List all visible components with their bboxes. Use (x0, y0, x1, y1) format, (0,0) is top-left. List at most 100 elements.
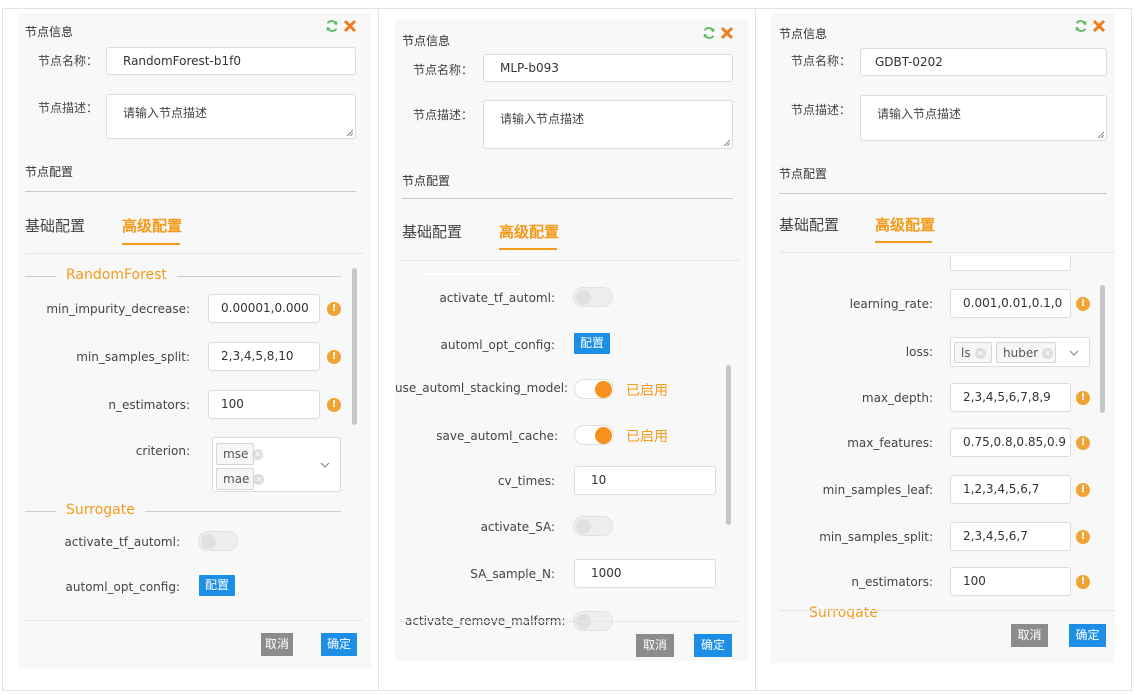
warning-icon[interactable]: ! (327, 350, 341, 364)
warning-icon[interactable]: ! (1076, 436, 1090, 450)
tag-item[interactable]: huber ✕ (996, 342, 1056, 363)
confirm-button[interactable]: 确定 (1069, 624, 1106, 647)
cancel-button[interactable]: 取消 (1011, 624, 1048, 647)
refresh-icon[interactable] (702, 26, 716, 40)
node-name-input[interactable]: RandomForest-b1f0 (106, 47, 356, 75)
cancel-button[interactable]: 取消 (636, 634, 674, 657)
param-label: use_automl_stacking_model: (395, 381, 569, 395)
tag-item[interactable]: mae ✕ (216, 468, 265, 490)
node-desc-textarea[interactable]: 请输入节点描述 (483, 100, 733, 149)
footer-divider (25, 620, 363, 621)
refresh-icon[interactable] (1074, 19, 1088, 33)
resize-grip-icon[interactable] (1097, 131, 1104, 138)
confirm-button[interactable]: 确定 (694, 634, 732, 657)
tab-advanced-config[interactable]: 高级配置 (875, 214, 935, 235)
refresh-icon[interactable] (325, 19, 339, 33)
stacking-model-toggle[interactable] (574, 379, 614, 399)
n-estimators-input[interactable]: 100 (950, 567, 1071, 596)
scrollbar[interactable] (352, 268, 357, 425)
max-depth-input[interactable]: 2,3,4,5,6,7,8,9 (950, 383, 1071, 412)
column-divider (755, 8, 756, 691)
clipped-group-divider (425, 273, 523, 275)
cancel-button[interactable]: 取消 (261, 633, 293, 656)
clipped-group-title: Surrogate (799, 605, 901, 619)
warning-icon[interactable]: ! (1076, 530, 1090, 544)
clipped-input[interactable] (950, 256, 1071, 271)
active-tab-indicator (875, 241, 932, 243)
footer-divider (779, 610, 1115, 611)
param-label: learning_rate: (849, 297, 933, 311)
node-name-input[interactable]: GDBT-0202 (860, 48, 1107, 76)
cv-times-input[interactable]: 10 (574, 466, 716, 495)
config-section-title: 节点配置 (402, 174, 451, 188)
warning-icon[interactable]: ! (1076, 297, 1090, 311)
param-label: min_samples_split: (76, 350, 190, 364)
tag-remove-icon[interactable]: ✕ (1042, 348, 1054, 359)
param-label: n_estimators: (851, 575, 933, 589)
config-section-title: 节点配置 (25, 165, 74, 179)
configure-button[interactable]: 配置 (199, 575, 235, 596)
cache-status-text: 已启用 (626, 429, 668, 445)
resize-grip-icon[interactable] (723, 139, 730, 146)
activate-tf-automl-toggle[interactable] (198, 531, 238, 551)
configure-button[interactable]: 配置 (574, 333, 610, 354)
param-input-min-impurity-decrease[interactable]: 0.00001,0.000 (208, 294, 320, 323)
node-panel-randomforest: 节点信息 节点名称： RandomForest-b1f0 节点描述： 请输入节点… (18, 13, 371, 668)
param-input-min-samples-split[interactable]: 2,3,4,5,8,10 (208, 342, 320, 371)
param-label: criterion: (135, 444, 190, 458)
chevron-down-icon[interactable] (1069, 349, 1079, 357)
tab-divider (402, 260, 740, 261)
tab-advanced-config[interactable]: 高级配置 (122, 215, 182, 236)
loss-multiselect[interactable]: ls ✕ huber ✕ (950, 337, 1090, 367)
param-label: min_impurity_decrease: (46, 302, 190, 316)
confirm-button[interactable]: 确定 (321, 633, 357, 656)
learning-rate-input[interactable]: 0.001,0.01,0.1,0 (950, 289, 1071, 318)
param-label: activate_tf_automl: (439, 291, 555, 305)
stacking-status-text: 已启用 (626, 383, 668, 399)
warning-icon[interactable]: ! (1076, 575, 1090, 589)
group-title-surrogate: Surrogate (56, 502, 145, 518)
activate-tf-automl-toggle[interactable] (573, 287, 613, 307)
tag-item[interactable]: ls ✕ (954, 342, 992, 363)
warning-icon[interactable]: ! (327, 398, 341, 412)
warning-icon[interactable]: ! (1076, 483, 1090, 497)
close-icon[interactable] (343, 19, 357, 33)
param-label: min_samples_split: (819, 530, 933, 544)
param-label: save_automl_cache: (436, 429, 558, 443)
node-name-input[interactable]: MLP-b093 (483, 54, 733, 82)
scrollbar[interactable] (1100, 285, 1105, 413)
tab-advanced-config[interactable]: 高级配置 (499, 221, 559, 242)
tag-remove-icon[interactable]: ✕ (974, 348, 986, 359)
tag-remove-icon[interactable]: ✕ (252, 449, 264, 460)
param-label: max_features: (847, 436, 933, 450)
tab-divider (779, 252, 1115, 253)
warning-icon[interactable]: ! (327, 302, 341, 316)
close-icon[interactable] (720, 26, 734, 40)
tab-basic-config[interactable]: 基础配置 (779, 214, 839, 235)
min-samples-leaf-input[interactable]: 1,2,3,4,5,6,7 (950, 475, 1071, 504)
max-features-input[interactable]: 0.75,0.8,0.85,0.9 (950, 428, 1071, 457)
param-label: loss: (905, 345, 933, 359)
min-samples-split-input[interactable]: 2,3,4,5,6,7 (950, 522, 1071, 551)
automl-cache-toggle[interactable] (574, 425, 614, 445)
criterion-multiselect[interactable]: mse ✕ mae ✕ (212, 437, 341, 492)
resize-grip-icon[interactable] (346, 129, 353, 136)
sa-sample-n-input[interactable]: 1000 (574, 559, 716, 588)
activate-sa-toggle[interactable] (573, 516, 613, 536)
chevron-down-icon[interactable] (320, 461, 330, 469)
param-label: min_samples_leaf: (822, 483, 933, 497)
close-icon[interactable] (1092, 19, 1106, 33)
node-desc-textarea[interactable]: 请输入节点描述 (860, 95, 1107, 141)
warning-icon[interactable]: ! (1076, 391, 1090, 405)
scrollbar[interactable] (726, 365, 731, 525)
tab-basic-config[interactable]: 基础配置 (25, 215, 85, 236)
tag-remove-icon[interactable]: ✕ (253, 474, 265, 485)
node-desc-textarea[interactable]: 请输入节点描述 (106, 94, 356, 139)
desc-label: 节点描述： (38, 101, 99, 115)
config-section-title: 节点配置 (779, 167, 828, 181)
param-label: automl_opt_config: (440, 338, 555, 352)
tab-basic-config[interactable]: 基础配置 (402, 221, 462, 242)
param-input-n-estimators[interactable]: 100 (208, 390, 320, 419)
param-label: activate_tf_automl: (64, 535, 180, 549)
tag-item[interactable]: mse ✕ (216, 443, 264, 465)
